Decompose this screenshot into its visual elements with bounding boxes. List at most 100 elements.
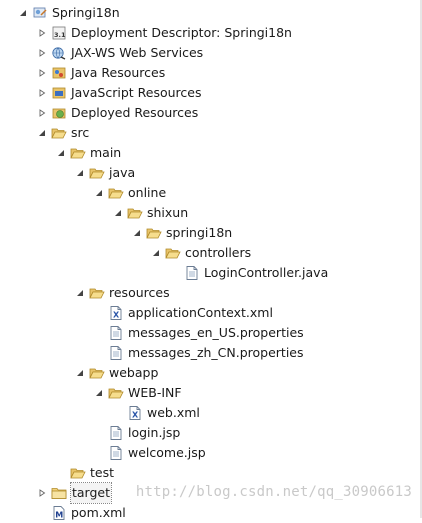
file-icon [108,445,124,461]
java-resources-icon [51,65,67,81]
tree-item[interactable]: login.jsp [94,423,180,443]
xml-file-icon: X [127,405,143,421]
expanded-arrow-icon[interactable] [113,203,123,223]
tree-item[interactable]: resources [75,283,170,303]
folder-open-icon [89,365,105,381]
tree-item[interactable]: webapp [75,363,158,383]
tree-item-label: welcome.jsp [128,445,206,460]
tree-item[interactable]: messages_en_US.properties [94,323,304,343]
collapsed-arrow-icon[interactable] [37,63,47,83]
svg-text:3.1: 3.1 [54,31,66,39]
tree-item[interactable]: Java Resources [37,63,165,83]
no-arrow-spacer [94,423,104,443]
tree-item[interactable]: Deployed Resources [37,103,198,123]
deployment-descriptor-icon: 3.1 [51,25,67,41]
tree-item-label: Deployed Resources [71,105,199,120]
tree-item[interactable]: WEB-INF [94,383,182,403]
tree-item-label: test [90,465,115,480]
no-arrow-spacer [56,463,66,483]
svg-text:M: M [55,511,63,520]
tree-item-label: Springi18n [52,5,120,20]
tree-item-label: JavaScript Resources [71,85,202,100]
file-icon [108,425,124,441]
web-project-icon [32,5,48,21]
folder-open-icon [89,165,105,181]
tree-item-label: messages_zh_CN.properties [128,345,304,360]
tree-item-label: webapp [109,365,159,380]
no-arrow-spacer [94,323,104,343]
folder-open-icon [108,185,124,201]
tree-item[interactable]: JAX-WS Web Services [37,43,203,63]
svg-text:X: X [113,311,120,320]
collapsed-arrow-icon[interactable] [37,483,47,503]
no-arrow-spacer [37,503,47,523]
tree-item-label: LoginController.java [204,265,329,280]
collapsed-arrow-icon[interactable] [37,83,47,103]
no-arrow-spacer [94,303,104,323]
javascript-resources-icon [51,85,67,101]
tree-item-label: pom.xml [71,505,126,520]
tree-item[interactable]: shixun [113,203,188,223]
tree-item-label: target [69,482,113,504]
expanded-arrow-icon[interactable] [132,223,142,243]
svg-text:X: X [132,411,139,420]
expanded-arrow-icon[interactable] [56,143,66,163]
expanded-arrow-icon[interactable] [94,383,104,403]
tree-item-label: Deployment Descriptor: Springi18n [71,25,292,40]
tree-item[interactable]: LoginController.java [170,263,328,283]
expanded-arrow-icon[interactable] [94,183,104,203]
tree-item-label: shixun [147,205,189,220]
tree-item-label: springi18n [166,225,233,240]
tree-item[interactable]: test [56,463,114,483]
tree-item[interactable]: online [94,183,166,203]
tree-item-label: main [90,145,122,160]
tree-item[interactable]: controllers [151,243,251,263]
tree-item[interactable]: Springi18n [18,3,120,23]
folder-closed-icon [51,485,67,501]
tree-item[interactable]: main [56,143,121,163]
folder-open-icon [89,285,105,301]
tree-item-label: messages_en_US.properties [128,325,304,340]
tree-item-label: online [128,185,167,200]
tree-item-label: src [71,125,90,140]
tree-item[interactable]: XapplicationContext.xml [94,303,273,323]
web-services-icon [51,45,67,61]
tree-item[interactable]: Mpom.xml [37,503,126,523]
file-icon [108,325,124,341]
tree-item-label: java [109,165,136,180]
tree-item[interactable]: src [37,123,89,143]
no-arrow-spacer [94,343,104,363]
tree-item[interactable]: target [37,482,113,504]
expanded-arrow-icon[interactable] [75,363,85,383]
tree-item-label: WEB-INF [128,385,182,400]
tree-item-label: resources [109,285,170,300]
tree-item-label: JAX-WS Web Services [71,45,204,60]
tree-item[interactable]: JavaScript Resources [37,83,201,103]
expanded-arrow-icon[interactable] [75,163,85,183]
tree-item[interactable]: 3.1 Deployment Descriptor: Springi18n [37,23,292,43]
deployed-resources-icon [51,105,67,121]
tree-item[interactable]: java [75,163,135,183]
file-icon [108,345,124,361]
collapsed-arrow-icon[interactable] [37,43,47,63]
expanded-arrow-icon[interactable] [18,3,28,23]
tree-item[interactable]: welcome.jsp [94,443,206,463]
file-icon [184,265,200,281]
collapsed-arrow-icon[interactable] [37,103,47,123]
folder-open-icon [51,125,67,141]
expanded-arrow-icon[interactable] [75,283,85,303]
tree-item[interactable]: Xweb.xml [113,403,200,423]
tree-item[interactable]: springi18n [132,223,232,243]
folder-open-icon [108,385,124,401]
folder-open-icon [70,465,86,481]
tree-item-label: Java Resources [71,65,166,80]
expanded-arrow-icon[interactable] [37,123,47,143]
tree-item[interactable]: messages_zh_CN.properties [94,343,304,363]
no-arrow-spacer [170,263,180,283]
expanded-arrow-icon[interactable] [151,243,161,263]
xml-file-icon: X [108,305,124,321]
watermark-text: http://blog.csdn.net/qq_30906613 [135,484,412,500]
tree-item-label: login.jsp [128,425,181,440]
collapsed-arrow-icon[interactable] [37,23,47,43]
folder-open-icon [70,145,86,161]
